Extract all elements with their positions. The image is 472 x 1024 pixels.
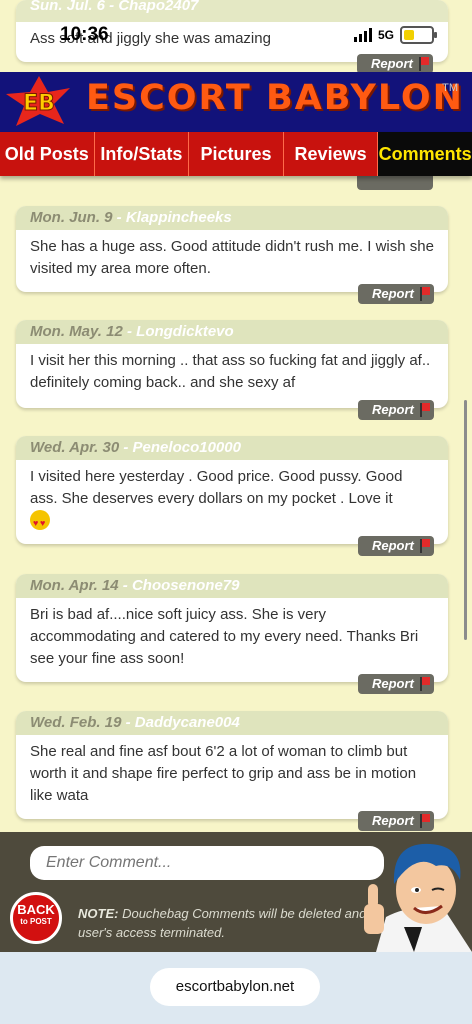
site-title[interactable]: ESCORT BABYLON [86,78,464,118]
comment-header: Mon. Jun. 9 - Klappincheeks [16,206,448,230]
comment-username[interactable]: Peneloco10000 [133,439,241,456]
comment-header: Wed. Apr. 30 - Peneloco10000 [16,436,448,460]
network-label: 5G [377,28,394,42]
report-button[interactable]: Report [358,400,434,420]
comment-card: Mon. Jun. 9 - Klappincheeks She has a hu… [16,206,448,304]
tab-old-posts[interactable]: Old Posts [0,132,95,176]
comment-input[interactable] [30,846,384,880]
flag-icon [420,403,430,417]
tab-comments[interactable]: Comments [378,132,472,176]
scrollbar[interactable] [464,400,467,640]
flag-icon [420,287,430,301]
battery-icon [400,26,437,44]
comment-username[interactable]: Klappincheeks [126,209,232,226]
trademark: TM [442,82,458,94]
comment-card: Mon. Apr. 14 - Choosenone79 Bri is bad a… [16,574,448,694]
comment-card: Mon. May. 12 - Longdicktevo I visit her … [16,320,448,420]
heart-eyes-emoji-icon [30,510,50,534]
eb-logo-icon: EB [6,76,70,126]
back-to-post-button[interactable]: BACK to POST [10,892,62,944]
signal-icon [353,28,372,42]
site-header: EB ESCORT BABYLON TM [0,72,472,132]
report-button[interactable]: Report [358,811,434,831]
comment-header: Mon. May. 12 - Longdicktevo [16,320,448,344]
browser-bar: escortbabylon.net [0,952,472,1024]
comment-text: Bri is bad af....nice soft juicy ass. Sh… [30,606,419,667]
comment-text: I visited here yesterday . Good price. G… [16,460,448,537]
address-bar[interactable]: escortbabylon.net [150,968,320,1006]
tab-info-stats[interactable]: Info/Stats [95,132,190,176]
tab-reviews[interactable]: Reviews [284,132,379,176]
comment-card: Wed. Feb. 19 - Daddycane004 She real and… [16,711,448,831]
comment-policy-note: NOTE: Douchebag Comments will be deleted… [78,906,367,940]
comment-username[interactable]: Choosenone79 [132,577,240,594]
report-button[interactable]: Report [358,536,434,556]
status-indicators: 5G [353,26,437,44]
comment-header: Wed. Feb. 19 - Daddycane004 [16,711,448,735]
comment-username[interactable]: Daddycane004 [135,714,240,731]
comment-text: I visit her this morning .. that ass so … [30,352,431,391]
comment-card: Wed. Apr. 30 - Peneloco10000 I visited h… [16,436,448,556]
comment-footer: BACK to POST NOTE: Douchebag Comments wi… [0,832,472,952]
report-button[interactable]: Report [358,284,434,304]
flag-icon [420,814,430,828]
flag-icon [420,539,430,553]
mascot-thumbs-up-icon [364,843,472,952]
main-nav: Old Posts Info/Stats Pictures Reviews Co… [0,132,472,176]
svg-text:EB: EB [23,91,55,116]
comment-username[interactable]: Longdicktevo [136,323,234,340]
flag-icon [420,677,430,691]
report-button[interactable]: Report [358,674,434,694]
comment-header: Mon. Apr. 14 - Choosenone79 [16,574,448,598]
tab-pictures[interactable]: Pictures [189,132,284,176]
status-time: 10:36 [60,24,109,45]
comment-text: She real and fine asf bout 6'2 a lot of … [30,743,417,804]
status-bar: 10:36 5G [0,0,472,72]
comment-text: She has a huge ass. Good attitude didn't… [30,238,434,277]
